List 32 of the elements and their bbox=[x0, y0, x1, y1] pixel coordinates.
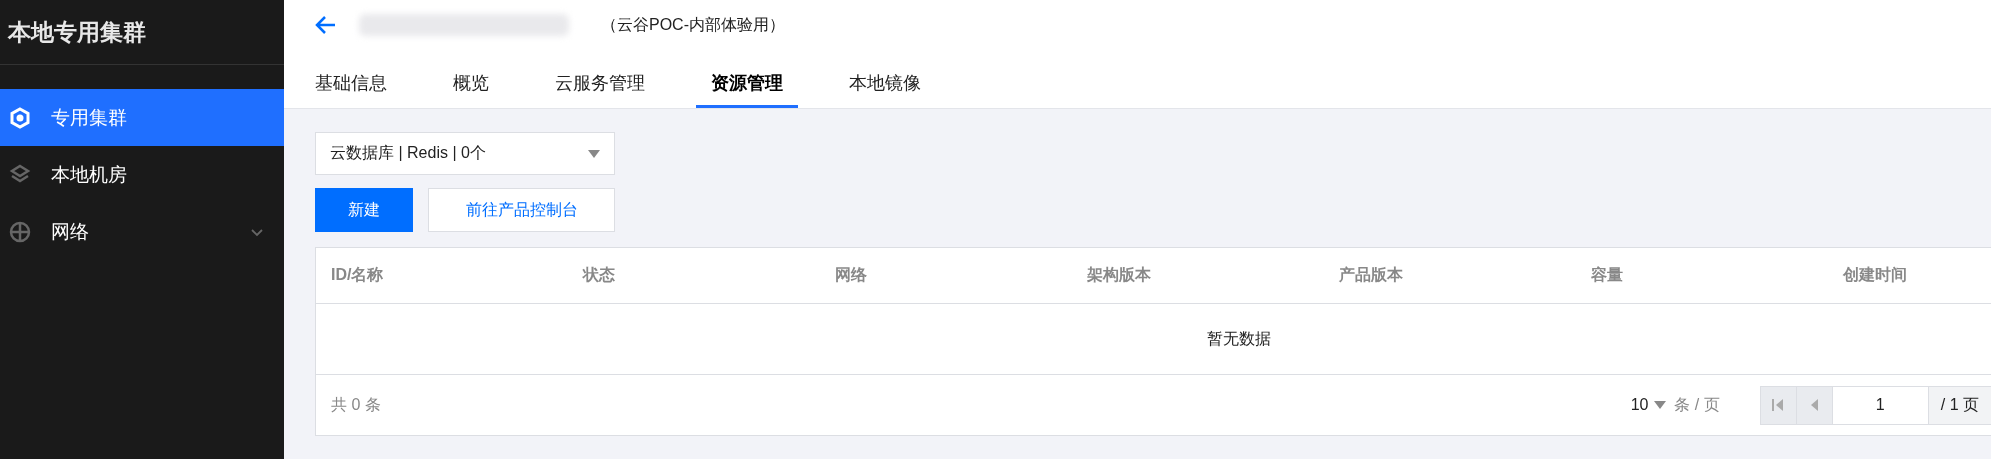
column-header: 架构版本 bbox=[1086, 265, 1152, 285]
tab[interactable]: 概览 bbox=[438, 71, 504, 108]
cluster-subtitle: （云谷POC-内部体验用） bbox=[601, 14, 785, 35]
column-header: 网络 bbox=[834, 265, 868, 285]
globe-icon bbox=[9, 220, 31, 243]
console-link-button[interactable]: 前往产品控制台 bbox=[428, 188, 615, 232]
hexagon-icon bbox=[9, 106, 31, 129]
caret-down-icon bbox=[588, 149, 600, 158]
skip-back-icon bbox=[1772, 398, 1785, 412]
resource-dropdown[interactable]: 云数据库 | Redis | 0个 bbox=[315, 132, 615, 175]
sidebar-item[interactable]: 网络 bbox=[0, 203, 284, 260]
total-count: 共 0 条 bbox=[331, 394, 382, 415]
page-size-select[interactable]: 10 bbox=[1630, 396, 1667, 414]
column-header: 容量 bbox=[1590, 265, 1624, 285]
triangle-left-icon bbox=[1809, 398, 1820, 412]
column-header: 状态 bbox=[581, 265, 616, 285]
column-header: 创建时间 bbox=[1842, 265, 1908, 285]
tab[interactable]: 云服务管理 bbox=[540, 71, 660, 108]
sidebar-item[interactable]: 本地机房 bbox=[0, 146, 284, 203]
page-size-unit: 条 / 页 bbox=[1674, 394, 1720, 415]
column-header: 产品版本 bbox=[1338, 265, 1404, 285]
tab[interactable]: 本地镜像 bbox=[834, 71, 936, 108]
tab[interactable]: 资源管理 bbox=[696, 71, 798, 108]
page-input[interactable]: 1 bbox=[1831, 385, 1929, 425]
create-button[interactable]: 新建 bbox=[315, 188, 413, 232]
back-arrow-icon[interactable] bbox=[315, 14, 337, 36]
page-total: / 1 页 bbox=[1928, 385, 1991, 425]
column-header: ID/名称 bbox=[330, 265, 385, 285]
caret-down-icon bbox=[1654, 401, 1667, 409]
tab[interactable]: 基础信息 bbox=[315, 71, 402, 108]
empty-message: 暂无数据 bbox=[316, 304, 1991, 375]
sidebar-item[interactable]: 专用集群 bbox=[0, 89, 284, 146]
